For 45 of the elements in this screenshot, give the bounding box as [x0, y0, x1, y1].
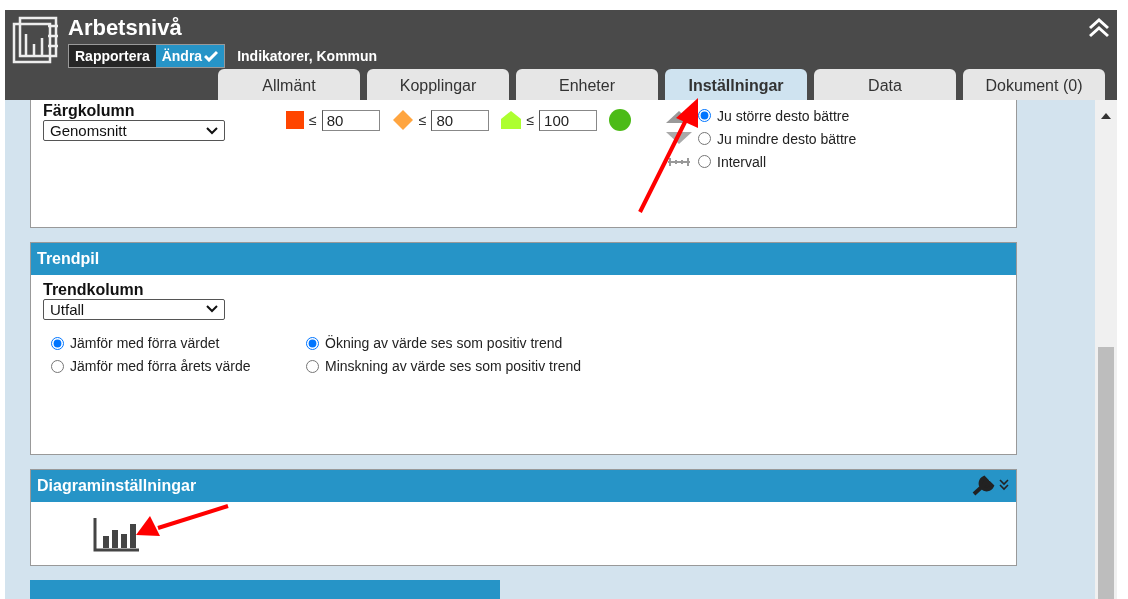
radio-label: Jämför med förra värdet: [70, 335, 220, 352]
radio-label: Minskning av värde ses som positiv trend: [325, 358, 581, 375]
field-label: Färgkolumn: [43, 102, 136, 120]
triangle-icon: [666, 131, 692, 146]
tab[interactable]: Dokument (0): [963, 69, 1105, 100]
radio-label: Ju större desto bättre: [717, 107, 850, 124]
field-label: Trendkolumn: [43, 280, 145, 299]
radio-label: Ju mindre desto bättre: [717, 130, 857, 147]
tab[interactable]: Kopplingar: [367, 69, 509, 100]
tab[interactable]: Enheter: [516, 69, 658, 100]
mode-toggle[interactable]: Rapportera: [69, 45, 156, 67]
radio-button[interactable]: [698, 109, 711, 122]
tab[interactable]: Allmänt: [218, 69, 360, 100]
page-title: Arbetsnivå: [68, 16, 183, 40]
collapse-up-icon[interactable]: [1088, 18, 1110, 38]
tab[interactable]: Inställningar: [665, 69, 807, 100]
chevron-down-icon: [206, 126, 218, 135]
dropdown[interactable]: Genomsnitt: [43, 120, 225, 141]
radio-button[interactable]: [306, 359, 319, 373]
radio-label: Jämför med förra årets värde: [70, 358, 251, 375]
chevron-down-icon: [206, 305, 218, 314]
checkmark-icon: [204, 50, 219, 62]
scrollbar[interactable]: [1095, 100, 1117, 599]
panel-title: Trendpil: [31, 242, 1016, 275]
radio-label: Intervall: [717, 153, 767, 170]
wrench-icon[interactable]: [970, 473, 1010, 498]
threshold-input[interactable]: 80: [321, 109, 380, 131]
panel-title: Diagraminställningar: [37, 476, 197, 495]
bar-chart-icon[interactable]: [93, 515, 141, 552]
scroll-thumb[interactable]: [1098, 347, 1114, 599]
radio-button[interactable]: [698, 132, 711, 145]
radio-button[interactable]: [698, 155, 711, 168]
context-label: Indikatorer, Kommun: [237, 48, 378, 64]
less-equal-sign: ≤: [309, 112, 317, 128]
less-equal-sign: ≤: [418, 112, 427, 128]
radio-button[interactable]: [306, 336, 319, 350]
threshold-input[interactable]: 100: [539, 109, 598, 131]
dropdown[interactable]: Utfall: [43, 298, 225, 320]
radio-label: Ökning av värde ses som positiv trend: [325, 335, 563, 352]
threshold-input[interactable]: 80: [431, 109, 490, 131]
less-equal-sign: ≤: [526, 112, 535, 128]
tab[interactable]: Data: [814, 69, 956, 100]
radio-button[interactable]: [51, 359, 64, 373]
radio-button[interactable]: [51, 336, 64, 350]
scroll-up-icon[interactable]: [1101, 112, 1111, 120]
